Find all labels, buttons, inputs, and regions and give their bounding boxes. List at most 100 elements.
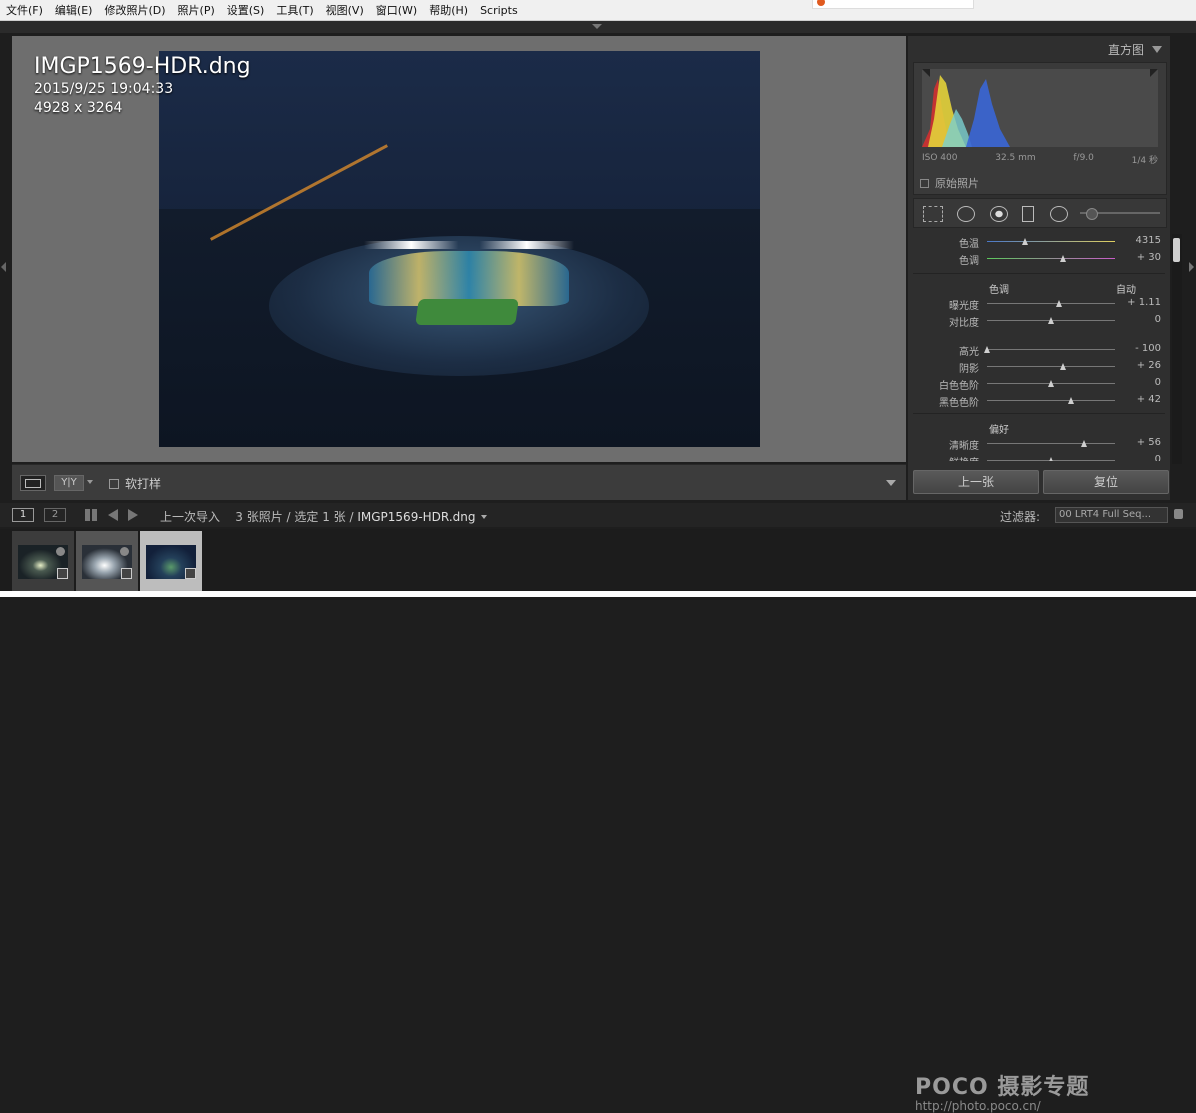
histogram-header[interactable]: 直方图 [1108,41,1162,58]
develop-toolbar: Y|Y 软打样 [12,464,906,500]
menu-file[interactable]: 文件(F) [0,2,49,18]
slider-thumb[interactable] [1059,255,1066,262]
slider-track[interactable] [987,255,1115,262]
slider-track[interactable] [987,397,1115,404]
menu-help[interactable]: 帮助(H) [423,2,474,18]
scrollbar-thumb[interactable] [1173,238,1180,262]
filmstrip-thumb-selected[interactable] [140,531,202,595]
slider-thumb[interactable] [984,346,990,353]
slider-row[interactable]: 对比度 0 [913,312,1165,329]
slider-row[interactable]: 曝光度 + 1.11 [913,295,1165,312]
slider-label: 白色色阶 [939,381,979,392]
slider-thumb[interactable] [1068,397,1075,404]
original-photo-checkbox[interactable] [920,178,929,188]
primary-window-button[interactable]: 1 [12,508,34,522]
slider-label: 鲜艳度 [949,454,979,461]
slider-label: 黑色色阶 [939,398,979,409]
photo-info-overlay: IMGP1569-HDR.dng 2015/9/25 19:04:33 4928… [34,54,251,118]
menu-develop[interactable]: 修改照片(D) [98,2,171,18]
forward-arrow-icon[interactable] [128,509,138,521]
menu-photo[interactable]: 照片(P) [172,2,221,18]
slider-value: - 100 [1135,343,1161,354]
slider-track[interactable] [987,380,1115,387]
photo-filename: IMGP1569-HDR.dng [34,54,251,79]
slider-label: 色调 [959,256,979,267]
filmstrip-thumb[interactable] [12,531,74,595]
menu-edit[interactable]: 编辑(E) [49,2,99,18]
slider-thumb[interactable] [1048,317,1054,324]
watermark-brand: POCO 摄影专题 [915,1075,1090,1100]
slider-row[interactable]: 高光 - 100 [913,341,1165,358]
photo-count: 3 张照片 / 选定 1 张 / [235,510,354,524]
auto-tone-button[interactable]: 自动 [1116,281,1136,296]
current-filename: IMGP1569-HDR.dng [357,510,476,524]
soft-proof-toggle[interactable]: 软打样 [109,475,161,492]
aperture: f/9.0 [1073,153,1094,163]
slider-row[interactable]: 鲜艳度 0 [913,452,1165,461]
lock-icon[interactable] [1174,509,1183,519]
slider-track[interactable] [984,346,1115,353]
menu-tools[interactable]: 工具(T) [270,2,319,18]
page-caption-strip [0,591,1196,597]
slider-row[interactable]: 阴影 + 26 [913,358,1165,375]
ime-toolbar[interactable] [812,0,974,9]
slider-row[interactable]: 黑色色阶 + 42 [913,392,1165,409]
toolbar-menu-icon[interactable] [886,480,896,486]
back-arrow-icon[interactable] [108,509,118,521]
slider-row[interactable]: 清晰度 + 56 [913,435,1165,452]
slider-value: 0 [1154,454,1161,461]
menu-scripts[interactable]: Scripts [474,4,524,17]
red-eye-icon[interactable] [990,206,1008,222]
slider-track[interactable] [987,238,1115,245]
menu-settings[interactable]: 设置(S) [221,2,271,18]
slider-thumb[interactable] [1022,238,1029,245]
histogram[interactable]: ISO 400 32.5 mm f/9.0 1/4 秒 原始照片 [913,62,1167,195]
soft-proof-checkbox[interactable] [109,478,119,489]
secondary-window-button[interactable]: 2 [44,508,66,522]
develop-badge-icon [121,568,132,579]
spot-removal-icon[interactable] [957,206,975,222]
graduated-filter-icon[interactable] [1022,206,1034,222]
photo-datetime: 2015/9/25 19:04:33 [34,81,174,97]
slider-track[interactable] [987,440,1115,447]
slider-thumb[interactable] [1048,380,1054,387]
slider-track[interactable] [987,457,1115,461]
photo-canvas[interactable]: IMGP1569-HDR.dng 2015/9/25 19:04:33 4928… [12,36,906,462]
crop-icon[interactable] [923,206,943,222]
before-after-dropdown-icon[interactable] [87,480,93,484]
previous-button[interactable]: 上一张 [913,470,1039,494]
radial-filter-icon[interactable] [1050,206,1068,222]
panel-scrollbar[interactable] [1172,234,1182,464]
original-photo-toggle[interactable]: 原始照片 [920,175,979,191]
slider-thumb[interactable] [1081,440,1088,447]
filmstrip-thumb[interactable] [76,531,138,595]
grid-icon[interactable] [85,509,97,521]
slider-thumb[interactable] [1048,457,1054,461]
slider-value: 4315 [1135,235,1161,246]
reset-button[interactable]: 复位 [1043,470,1169,494]
slider-value: + 26 [1136,360,1161,371]
collapse-triangle-icon [1152,46,1162,53]
shutter-speed: 1/4 秒 [1131,156,1158,166]
left-panel-toggle-icon[interactable] [1,262,6,272]
before-after-button[interactable]: Y|Y [54,475,84,491]
adjustment-brush-icon[interactable] [1080,208,1160,220]
slider-track[interactable] [987,363,1115,370]
filter-dropdown[interactable]: 00 LRT4 Full Seq... [1055,507,1168,523]
top-panel-toggle[interactable] [0,21,1196,33]
filmstrip-source[interactable]: 上一次导入 3 张照片 / 选定 1 张 / IMGP1569-HDR.dng [160,508,488,525]
menu-bar: 文件(F) 编辑(E) 修改照片(D) 照片(P) 设置(S) 工具(T) 视图… [0,0,1196,21]
slider-track[interactable] [987,300,1115,307]
slider-row[interactable]: 色调 + 30 [913,250,1165,267]
iso-value: ISO 400 [922,153,958,163]
slider-row[interactable]: 色温 4315 [913,233,1165,250]
loupe-view-button[interactable] [20,475,46,491]
source-dropdown-icon[interactable] [481,515,488,519]
slider-row[interactable]: 白色色阶 0 [913,375,1165,392]
slider-thumb[interactable] [1059,363,1066,370]
slider-track[interactable] [987,317,1115,324]
menu-window[interactable]: 窗口(W) [370,2,423,18]
menu-view[interactable]: 视图(V) [320,2,370,18]
slider-thumb[interactable] [1055,300,1062,307]
right-panel-toggle-icon[interactable] [1189,262,1194,272]
